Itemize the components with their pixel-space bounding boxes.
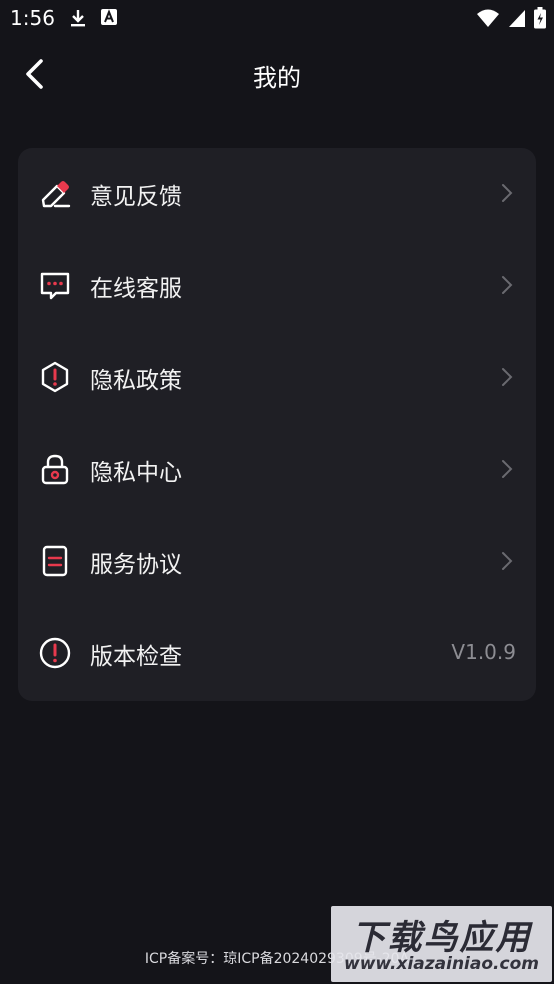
menu-item-privacy-policy[interactable]: 隐私政策	[18, 332, 536, 424]
wifi-icon	[477, 9, 499, 27]
menu-item-feedback[interactable]: 意见反馈	[18, 148, 536, 240]
menu-item-service-agreement[interactable]: 服务协议	[18, 516, 536, 608]
page-title: 我的	[253, 64, 301, 92]
watermark-url: www.xiazainiao.com	[344, 954, 539, 974]
status-bar: 1:56	[0, 0, 554, 36]
edit-icon	[41, 181, 71, 208]
menu-item-label: 服务协议	[90, 552, 182, 578]
battery-icon	[534, 7, 546, 29]
chat-icon	[40, 272, 70, 300]
watermark: 下载鸟应用 www.xiazainiao.com	[331, 906, 552, 982]
menu-item-customer-service[interactable]: 在线客服	[18, 240, 536, 332]
menu-item-label: 在线客服	[90, 276, 182, 302]
chevron-right-icon	[502, 184, 513, 202]
chevron-right-icon	[502, 460, 513, 478]
info-alert-icon	[39, 637, 71, 669]
download-icon	[71, 10, 85, 27]
header: 我的	[0, 36, 554, 112]
menu-item-version-check[interactable]: 版本检查 V1.0.9	[18, 608, 536, 700]
signal-icon	[509, 10, 525, 27]
lock-icon	[41, 454, 69, 485]
watermark-title: 下载鸟应用	[351, 918, 532, 958]
version-value: V1.0.9	[451, 640, 516, 664]
chevron-right-icon	[502, 276, 513, 294]
status-time: 1:56	[10, 6, 55, 30]
menu-card: 意见反馈 在线客服 隐私政策 隐私中心 服务协议 版本检查 V1.0.9	[18, 148, 536, 701]
menu-item-label: 隐私中心	[90, 460, 182, 486]
document-icon	[42, 545, 68, 577]
a-icon	[101, 9, 117, 25]
menu-item-label: 意见反馈	[90, 184, 182, 210]
menu-item-label: 版本检查	[90, 644, 182, 670]
shield-alert-icon	[41, 361, 69, 393]
menu-item-privacy-center[interactable]: 隐私中心	[18, 424, 536, 516]
chevron-right-icon	[502, 552, 513, 570]
menu-item-label: 隐私政策	[90, 368, 182, 394]
chevron-right-icon	[502, 368, 513, 386]
